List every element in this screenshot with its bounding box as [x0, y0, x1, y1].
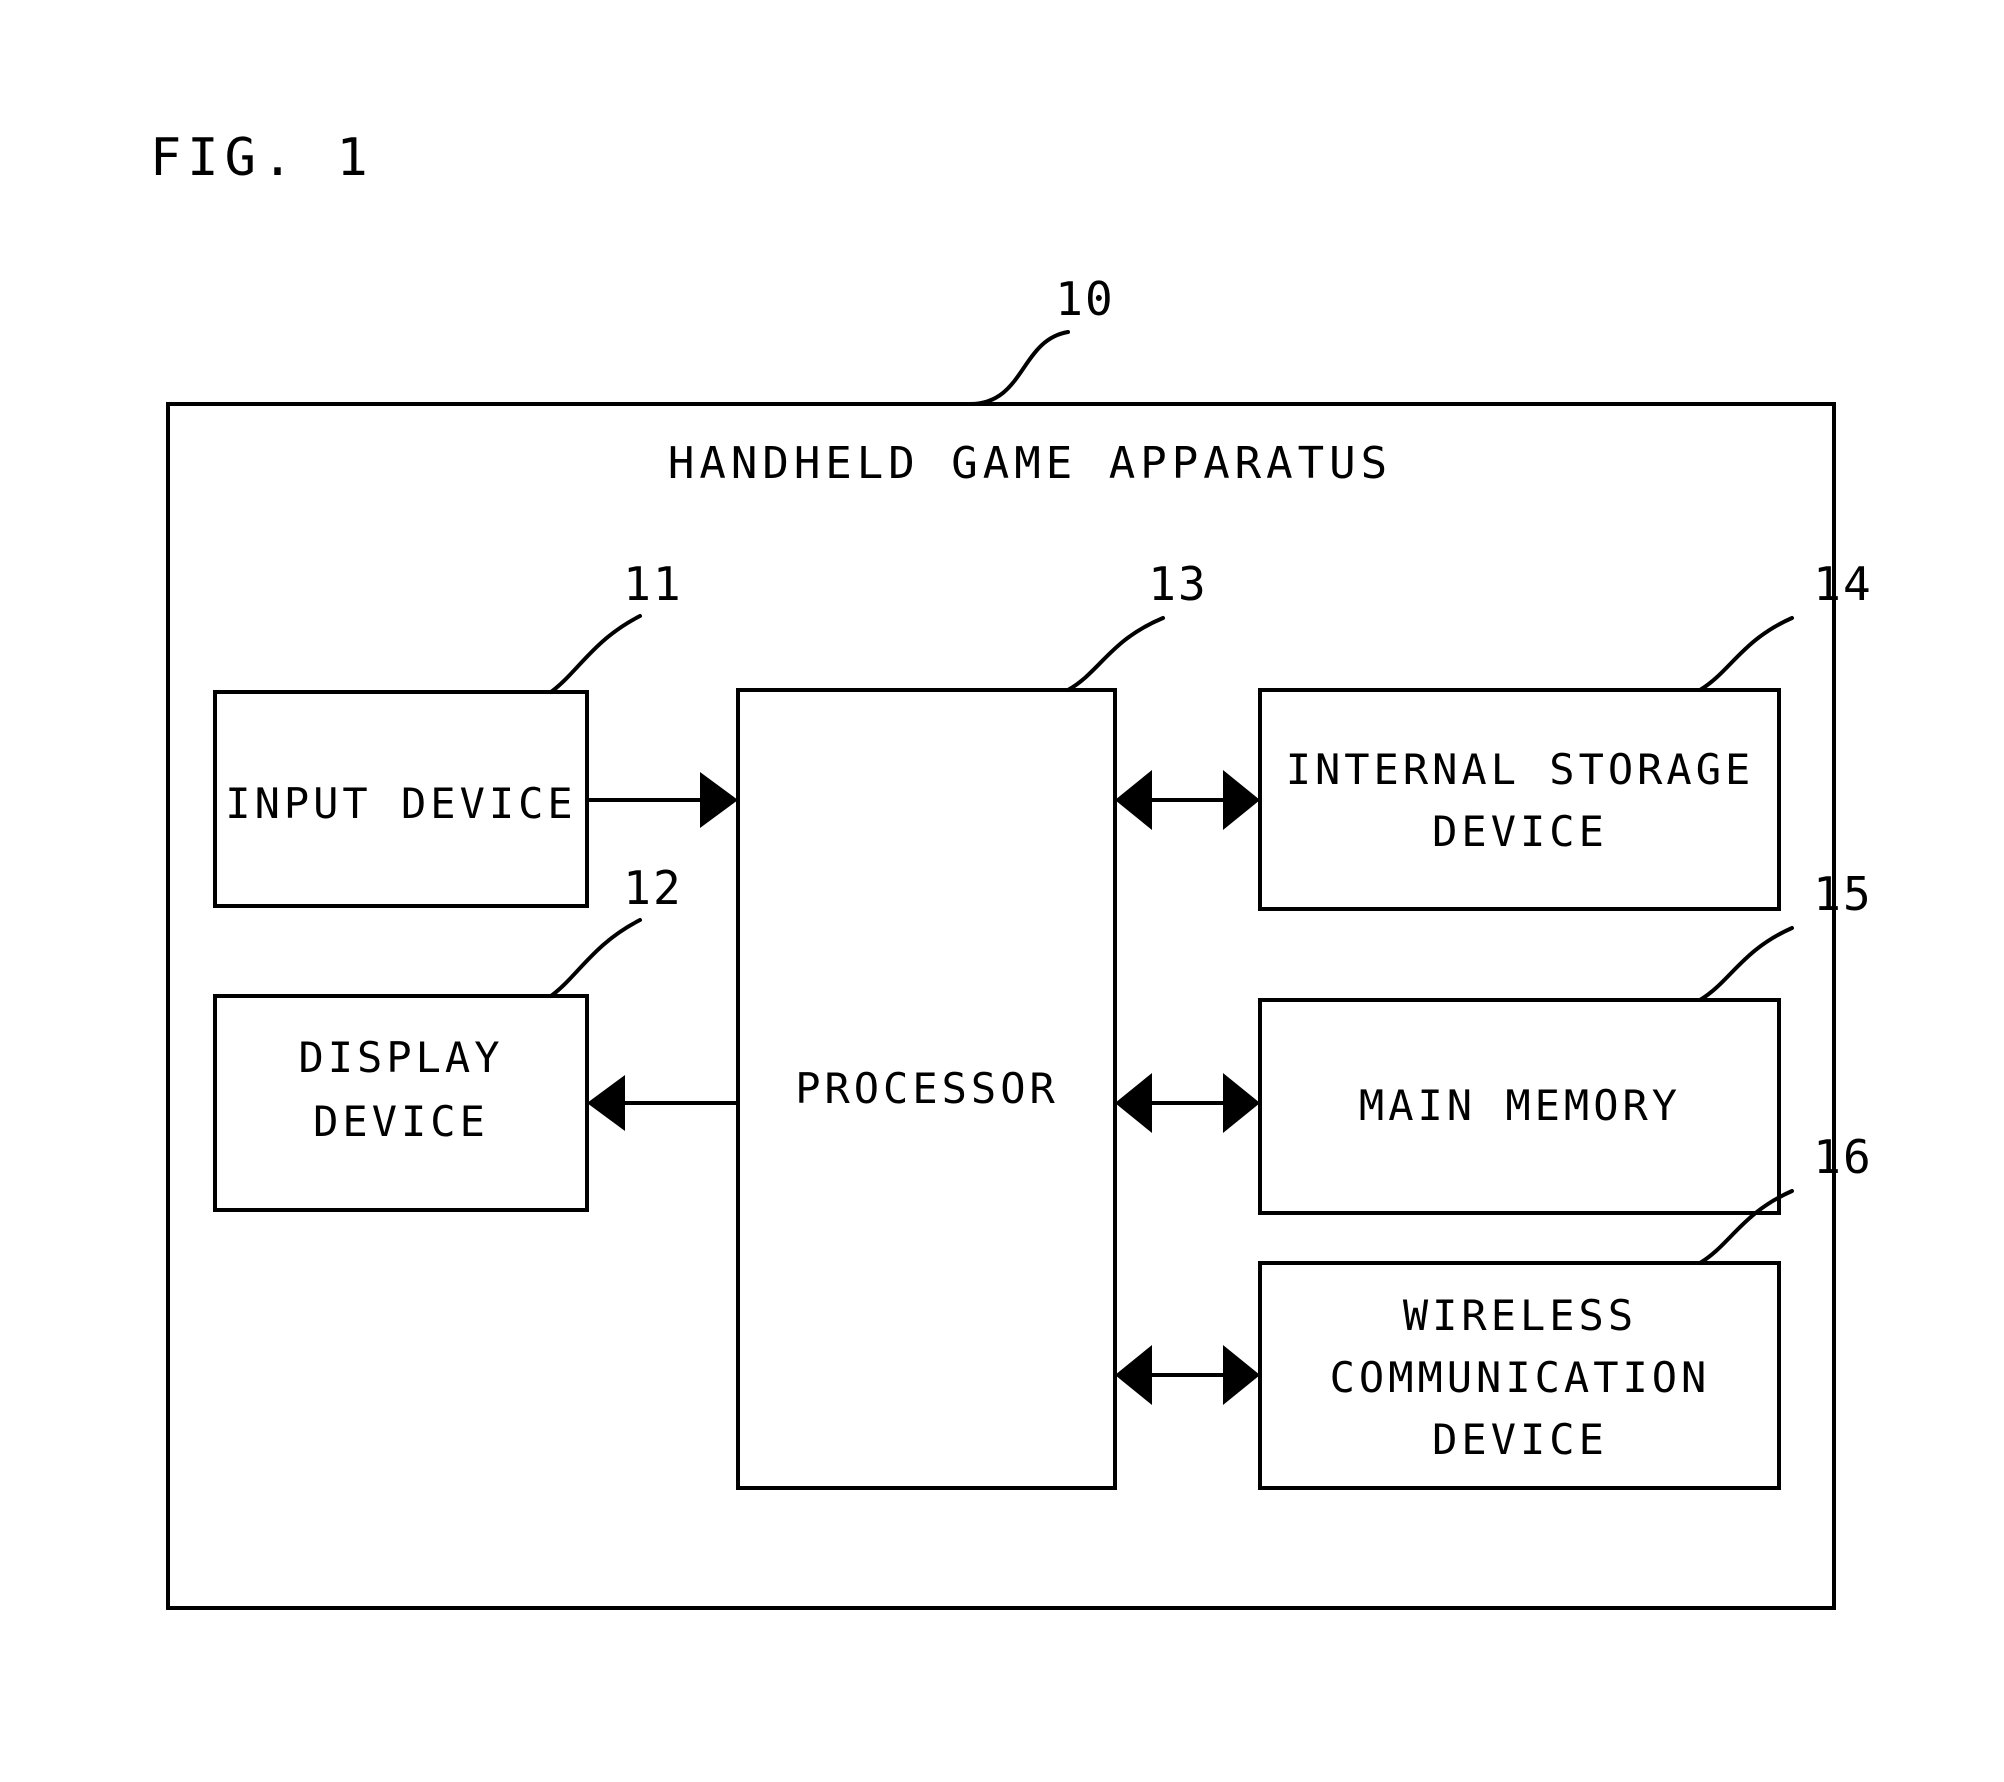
connection-processor-wireless	[1115, 1345, 1260, 1405]
arrow-head-left-processor-display	[587, 1075, 625, 1131]
arrow-head-left-internal-storage	[1115, 770, 1152, 830]
arrow-head-right-internal-storage	[1223, 770, 1260, 830]
lead-line-ref-10	[968, 330, 1070, 406]
lead-line-ref-14	[1698, 616, 1794, 692]
block-input-device-label-line-1: INPUT DEVICE	[225, 779, 576, 828]
lead-line-ref-11	[549, 614, 642, 694]
lead-line-ref-13	[1066, 616, 1165, 692]
connection-processor-internal-storage	[1115, 770, 1260, 830]
figure-label: FIG. 1	[150, 128, 374, 188]
arrow-head-right-input-processor	[700, 772, 738, 828]
block-internal-storage-device-label-line-2: DEVICE	[1432, 807, 1608, 856]
arrow-head-right-main-memory	[1223, 1073, 1260, 1133]
connection-processor-to-display	[587, 1075, 738, 1131]
lead-line-ref-15	[1698, 926, 1794, 1002]
block-diagram-canvas: FIG. 1 HANDHELD GAME APPARATUS 10 INPUT …	[150, 128, 1872, 1610]
block-wireless-communication-device-label-line-1: WIRELESS	[1403, 1291, 1637, 1340]
arrow-head-left-wireless	[1115, 1345, 1152, 1405]
connection-processor-main-memory	[1115, 1073, 1260, 1133]
block-processor-label-line-1: PROCESSOR	[795, 1064, 1059, 1113]
ref-numeral-13: 13	[1148, 557, 1207, 611]
block-internal-storage-device-label-line-1: INTERNAL STORAGE	[1286, 745, 1755, 794]
block-display-device-label-line-1: DISPLAY	[298, 1033, 503, 1082]
ref-numeral-12: 12	[623, 861, 682, 915]
connection-input-to-processor	[587, 772, 738, 828]
arrow-head-left-main-memory	[1115, 1073, 1152, 1133]
ref-numeral-14: 14	[1813, 557, 1872, 611]
arrow-head-right-wireless	[1223, 1345, 1260, 1405]
ref-numeral-11: 11	[623, 557, 682, 611]
block-internal-storage-device	[1258, 688, 1781, 911]
block-main-memory-label-line-1: MAIN MEMORY	[1359, 1081, 1681, 1130]
ref-numeral-15: 15	[1813, 867, 1872, 921]
block-wireless-communication-device-label-line-2: COMMUNICATION	[1330, 1353, 1711, 1402]
ref-numeral-16: 16	[1813, 1130, 1872, 1184]
ref-numeral-10: 10	[1055, 272, 1114, 326]
block-wireless-communication-device-label-line-3: DEVICE	[1432, 1415, 1608, 1464]
patent-figure-root: FIG. 1 HANDHELD GAME APPARATUS 10 INPUT …	[0, 0, 2004, 1782]
apparatus-title: HANDHELD GAME APPARATUS	[668, 438, 1392, 489]
block-display-device-label-line-2: DEVICE	[313, 1097, 489, 1146]
lead-line-ref-12	[549, 918, 642, 998]
